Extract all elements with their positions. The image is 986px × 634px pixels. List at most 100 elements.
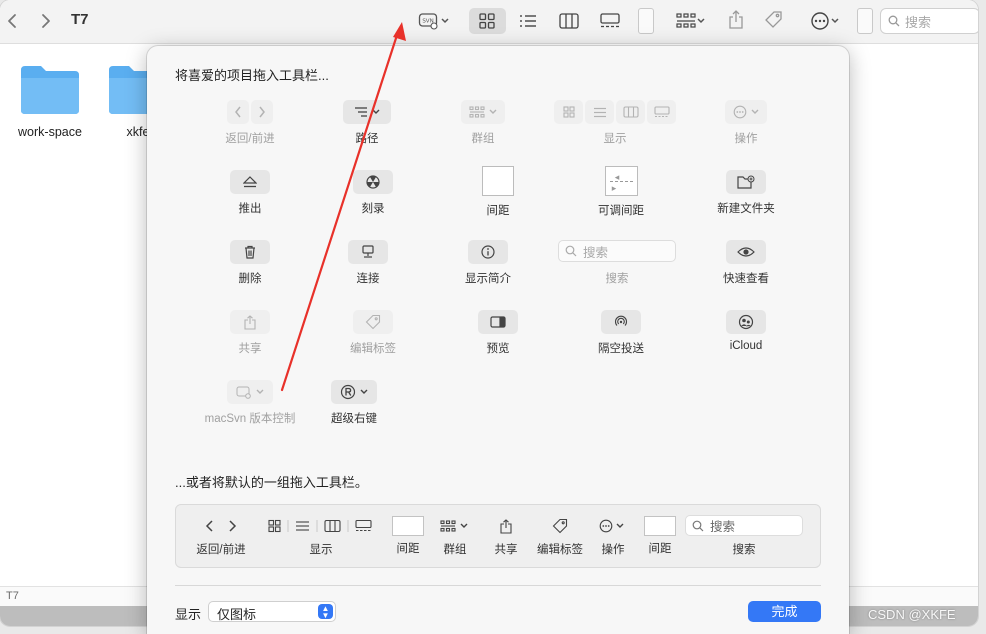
airdrop-icon: [601, 310, 641, 334]
toolbar-search-field[interactable]: 搜索: [880, 8, 978, 34]
palette-label: 推出: [238, 203, 262, 215]
palette-quick-look[interactable]: 快速查看: [678, 240, 814, 286]
palette-label: iCloud: [729, 340, 763, 352]
palette-label: 快速查看: [723, 273, 769, 285]
palette-eject[interactable]: 推出: [182, 170, 318, 216]
palette-action[interactable]: 操作: [678, 100, 814, 146]
chevron-down-icon: [441, 18, 449, 24]
column-view-icon[interactable]: [556, 12, 582, 30]
default-label: 间距: [396, 543, 420, 555]
palette-label: 连接: [356, 273, 380, 285]
search-icon: [888, 15, 900, 27]
path-bar-label: T7: [6, 590, 19, 602]
toolbar-space-placeholder: [857, 8, 873, 34]
share-icon: [486, 515, 526, 537]
palette-space[interactable]: 间距: [430, 166, 566, 218]
show-label: 显示: [175, 607, 202, 622]
tag-icon[interactable]: [762, 9, 786, 31]
default-label: 共享: [494, 544, 518, 556]
palette-airdrop[interactable]: 隔空投送: [553, 310, 689, 356]
trash-icon: [230, 240, 270, 264]
palette-label: 刻录: [361, 203, 385, 215]
palette-label: 间距: [486, 205, 510, 217]
share-icon: [230, 310, 270, 334]
eye-icon: [726, 240, 766, 264]
default-search-field: 搜索: [685, 515, 803, 536]
icloud-sharing-icon: [726, 310, 766, 334]
svn-toolbar-button[interactable]: SVN: [412, 9, 456, 33]
back-icon: [227, 100, 249, 124]
palette-group[interactable]: 群组: [415, 100, 551, 146]
group-toolbar-button[interactable]: [670, 11, 712, 31]
chevron-down-icon: [256, 389, 263, 394]
palette-connect[interactable]: 连接: [300, 240, 436, 286]
default-label: 间距: [648, 543, 672, 555]
group-icon: [436, 515, 474, 537]
palette-label: 隔空投送: [598, 343, 644, 355]
forward-icon: [251, 100, 273, 124]
new-folder-icon: [726, 170, 766, 194]
palette-label: 搜索: [605, 273, 629, 285]
gallery-view-icon[interactable]: [597, 12, 623, 30]
customize-toolbar-sheet: 将喜爱的项目拖入工具栏... 返回/前进 路径 群组 显示 操作 推出 刻录 间…: [147, 46, 849, 634]
tag-icon: [353, 310, 393, 334]
toolbar-search-placeholder: 搜索: [905, 14, 932, 30]
palette-icloud[interactable]: iCloud: [678, 310, 814, 352]
default-toolbar-set[interactable]: 返回/前进 显示 间距 群组 共享 编辑标签 操作 间距 搜索 搜索: [175, 504, 821, 568]
folder-item[interactable]: work-space: [9, 64, 91, 139]
connect-server-icon: [348, 240, 388, 264]
forward-icon[interactable]: [38, 11, 54, 31]
group-icon: [676, 13, 696, 28]
grid-view-icon: [476, 12, 498, 30]
burn-icon: [353, 170, 393, 194]
gallery-view-icon: [647, 100, 676, 124]
share-icon[interactable]: [725, 9, 747, 31]
eject-icon: [230, 170, 270, 194]
show-mode-select[interactable]: 仅图标 ▲ ▼: [208, 601, 336, 622]
list-view-icon: [585, 100, 614, 124]
space-placeholder: [482, 166, 514, 196]
palette-burn[interactable]: 刻录: [305, 170, 441, 216]
back-icon[interactable]: [4, 11, 20, 31]
palette-get-info[interactable]: 显示简介: [420, 240, 556, 286]
preview-sidebar-icon: [478, 310, 518, 334]
registered-icon: [331, 380, 377, 404]
palette-label: 操作: [734, 133, 758, 145]
chevron-down-icon: [831, 18, 839, 24]
palette-edit-tags[interactable]: 编辑标签: [305, 310, 441, 356]
default-space-2: 间距: [640, 515, 680, 556]
svn-icon: [227, 380, 273, 404]
toolbar-space-placeholder: [638, 8, 654, 34]
palette-search-field: 搜索: [558, 240, 676, 262]
palette-view[interactable]: 显示: [547, 100, 683, 146]
palette-preview[interactable]: 预览: [430, 310, 566, 356]
palette-super-right-click[interactable]: 超级右键: [286, 380, 422, 426]
default-label: 编辑标签: [537, 544, 583, 556]
palette-label: 删除: [238, 273, 262, 285]
default-set-heading: ...或者将默认的一组拖入工具栏。: [175, 475, 368, 490]
search-icon: [565, 245, 577, 257]
palette-flexible-space[interactable]: 可调间距: [553, 166, 689, 218]
palette-label: 显示: [603, 133, 627, 145]
default-share: 共享: [486, 515, 526, 557]
svn-icon: SVN: [418, 13, 438, 30]
default-search-placeholder: 搜索: [710, 520, 736, 534]
folder-icon: [21, 66, 79, 114]
default-view: 显示: [260, 515, 382, 557]
action-toolbar-button[interactable]: [805, 10, 845, 32]
space-placeholder: [392, 516, 424, 536]
select-chevron-icon: ▲ ▼: [318, 604, 333, 620]
done-button[interactable]: 完成: [748, 601, 821, 622]
palette-share[interactable]: 共享: [182, 310, 318, 356]
palette-back-forward[interactable]: 返回/前进: [182, 100, 318, 146]
search-icon: [692, 520, 704, 531]
palette-search[interactable]: 搜索 搜索: [549, 240, 685, 286]
list-view-icon[interactable]: [516, 12, 540, 30]
palette-new-folder[interactable]: 新建文件夹: [678, 170, 814, 216]
watermark: CSDN @XKFE: [868, 607, 956, 622]
palette-label: 超级右键: [331, 413, 377, 425]
window-toolbar: T7 SVN 搜索: [0, 0, 978, 44]
back-forward-icon: [190, 515, 252, 537]
palette-delete[interactable]: 删除: [182, 240, 318, 286]
palette-label: 可调间距: [598, 205, 644, 217]
